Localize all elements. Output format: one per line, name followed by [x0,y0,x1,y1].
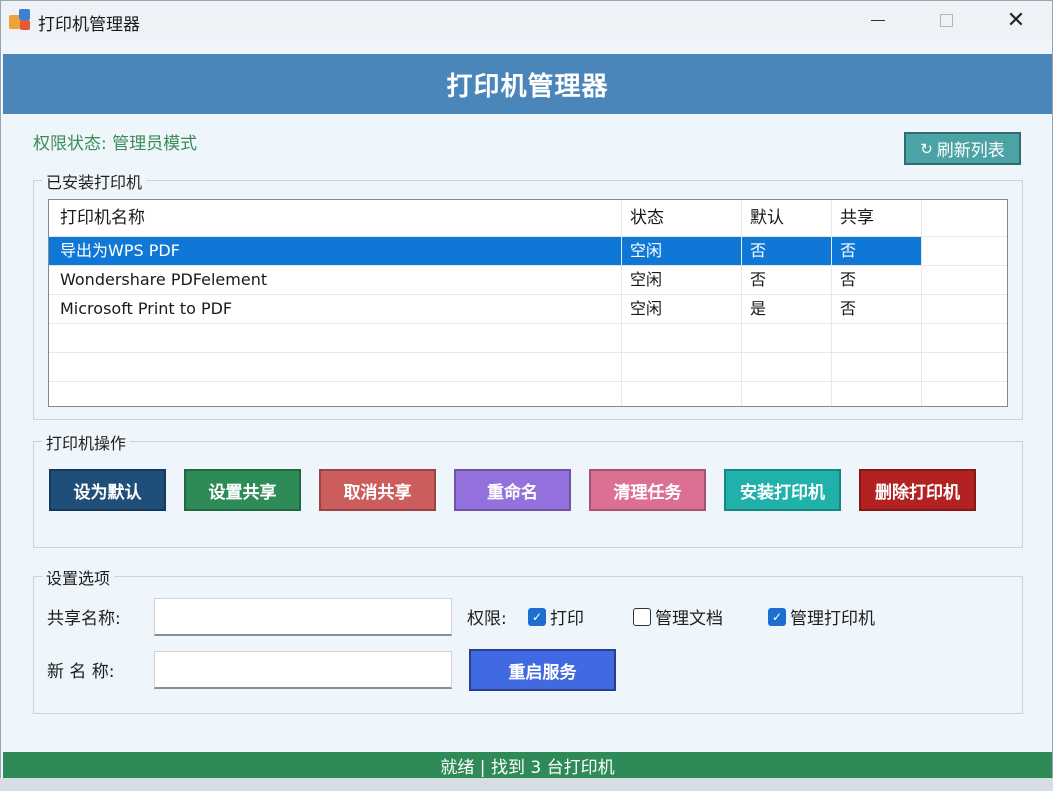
column-header-default[interactable]: 默认 [742,200,832,236]
table-row[interactable]: 导出为WPS PDF 空闲 否 否 [49,237,1007,266]
printer-name: 导出为WPS PDF [49,237,622,265]
checkbox-checked-icon: ✓ [528,607,546,626]
new-name-input[interactable] [154,651,452,689]
column-header-shared[interactable]: 共享 [832,200,922,236]
settings-group: 设置选项 [33,565,1023,714]
printer-app-icon [9,9,31,31]
close-icon: ✕ [1006,7,1026,33]
refresh-icon: ↻ [920,139,933,158]
restart-service-button[interactable]: 重启服务 [469,649,616,691]
group-title: 打印机操作 [42,430,131,454]
empty-row [49,382,1007,406]
set-default-button[interactable]: 设为默认 [49,469,166,511]
desktop-edge [0,778,1053,791]
new-name-label: 新 名 称: [47,662,115,682]
clear-jobs-button[interactable]: 清理任务 [589,469,706,511]
column-header-filler [922,200,1007,236]
maximize-button[interactable] [911,1,981,39]
group-title: 设置选项 [42,565,115,589]
title-bar: 打印机管理器 ✕ [1,1,1052,39]
printer-status: 空闲 [622,237,742,265]
printer-default: 否 [742,237,832,265]
perm-print-checkbox[interactable]: ✓ 打印 [528,604,584,629]
app-window: 打印机管理器 ✕ 打印机管理器 权限状态: 管理员模式 ↻ 刷新列表 已安装打印… [0,0,1053,791]
perm-manage-docs-checkbox[interactable]: 管理文档 [633,604,723,629]
cancel-share-button[interactable]: 取消共享 [319,469,436,511]
empty-row [49,324,1007,353]
row-filler [922,295,1007,323]
perm-manage-printer-checkbox[interactable]: ✓ 管理打印机 [768,604,875,629]
printer-shared: 否 [832,295,922,323]
rename-button[interactable]: 重命名 [454,469,571,511]
printer-default: 是 [742,295,832,323]
empty-row [49,353,1007,382]
row-filler [922,237,1007,265]
perm-print-label: 打印 [550,609,584,629]
set-share-button[interactable]: 设置共享 [184,469,301,511]
printer-name: Wondershare PDFelement [49,266,622,294]
column-header-name[interactable]: 打印机名称 [49,200,622,236]
perm-manage-printer-label: 管理打印机 [790,609,875,629]
printer-shared: 否 [832,237,922,265]
printer-name: Microsoft Print to PDF [49,295,622,323]
refresh-list-button[interactable]: ↻ 刷新列表 [904,132,1021,165]
minimize-button[interactable] [843,1,913,39]
refresh-label: 刷新列表 [936,141,1005,161]
delete-printer-button[interactable]: 删除打印机 [859,469,976,511]
printer-table[interactable]: 打印机名称 状态 默认 共享 导出为WPS PDF 空闲 否 否 Wonders… [48,199,1008,407]
table-header: 打印机名称 状态 默认 共享 [49,200,1007,237]
checkbox-unchecked-icon [633,607,651,626]
page-header: 打印机管理器 [3,54,1052,114]
table-row[interactable]: Microsoft Print to PDF 空闲 是 否 [49,295,1007,324]
permission-label: 权限: [467,609,507,629]
table-row[interactable]: Wondershare PDFelement 空闲 否 否 [49,266,1007,295]
close-button[interactable]: ✕ [981,1,1051,39]
install-printer-button[interactable]: 安装打印机 [724,469,841,511]
row-filler [922,266,1007,294]
column-header-status[interactable]: 状态 [622,200,742,236]
printer-status: 空闲 [622,295,742,323]
maximize-icon [939,13,953,27]
printer-status: 空闲 [622,266,742,294]
printer-shared: 否 [832,266,922,294]
minimize-icon [871,19,885,21]
share-name-input[interactable] [154,598,452,636]
permission-status: 权限状态: 管理员模式 [33,134,198,154]
printer-default: 否 [742,266,832,294]
perm-manage-docs-label: 管理文档 [655,609,723,629]
share-name-label: 共享名称: [47,609,121,629]
page-title: 打印机管理器 [446,71,609,102]
window-title: 打印机管理器 [38,15,140,35]
status-bar: 就绪 | 找到 3 台打印机 [3,752,1052,778]
group-title: 已安装打印机 [42,169,147,193]
checkbox-checked-icon: ✓ [768,607,786,626]
